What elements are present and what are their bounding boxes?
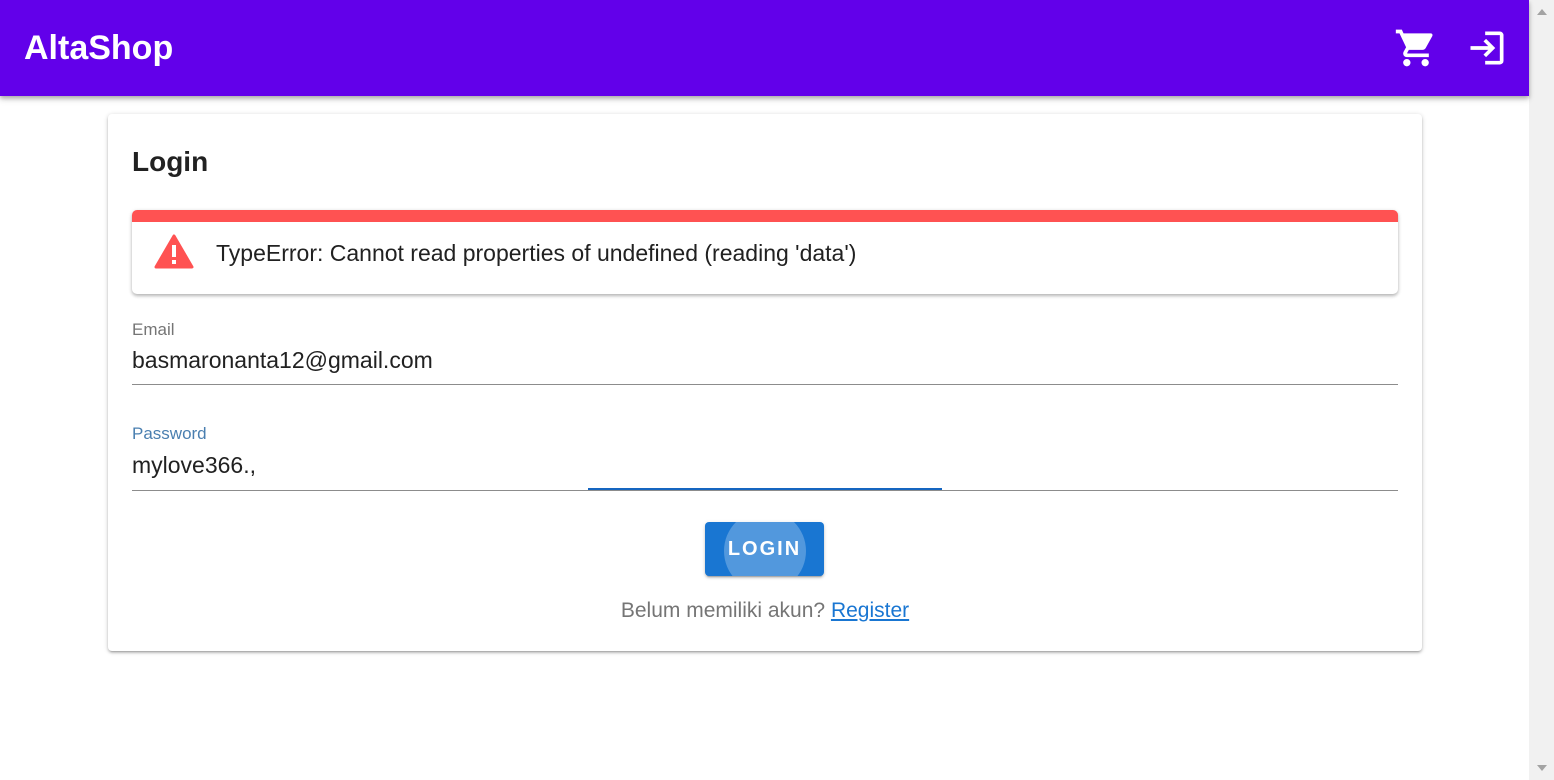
card-title: Login	[132, 146, 209, 177]
login-card: Login TypeError: Cannot read properties …	[108, 114, 1422, 651]
register-prompt: Belum memiliki akun?	[620, 599, 826, 622]
login-icon	[1470, 31, 1504, 65]
alert-accent-bar	[132, 210, 1398, 222]
login-icon-button[interactable]	[1463, 24, 1511, 72]
warning-icon	[154, 234, 194, 269]
scroll-up-arrow-icon[interactable]	[1537, 9, 1547, 15]
app-bar: AltaShop	[0, 0, 1529, 96]
alert-message: TypeError: Cannot read properties of und…	[216, 240, 857, 266]
email-label: Email	[132, 320, 175, 339]
register-link[interactable]: Register	[831, 599, 909, 622]
vertical-scrollbar[interactable]	[1529, 0, 1554, 780]
password-label: Password	[132, 424, 207, 443]
password-underline	[132, 490, 1398, 491]
password-field[interactable]	[132, 449, 1398, 481]
cart-icon	[1395, 29, 1433, 67]
login-button[interactable]: LOGIN	[705, 522, 824, 576]
login-button-label: LOGIN	[727, 537, 802, 560]
register-prompt-row: Belum memiliki akun? Register	[108, 599, 1422, 623]
app-title[interactable]: AltaShop	[24, 28, 173, 68]
password-focus-underline	[588, 488, 942, 490]
email-underline	[132, 384, 1398, 385]
cart-button[interactable]	[1392, 24, 1440, 72]
scroll-down-arrow-icon[interactable]	[1537, 765, 1547, 771]
error-alert: TypeError: Cannot read properties of und…	[132, 210, 1398, 294]
page: AltaShop Login TypeError: Cannot read pr…	[0, 0, 1529, 780]
email-field[interactable]	[132, 344, 1398, 376]
